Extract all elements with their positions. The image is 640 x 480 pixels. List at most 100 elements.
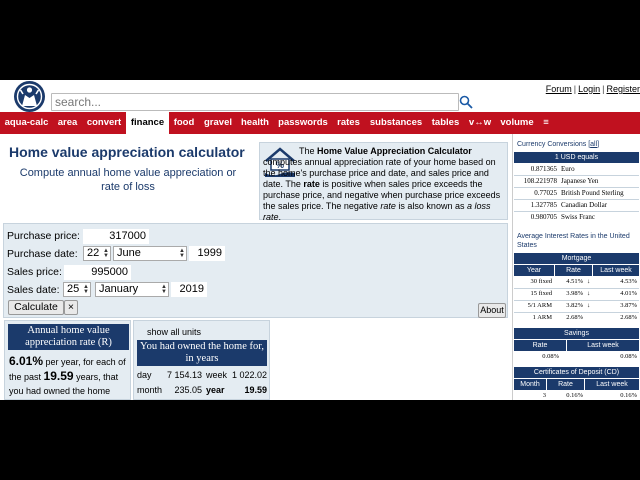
cd-month: 3: [542, 392, 546, 399]
savings-col-rate: Rate: [514, 340, 566, 351]
sales-year-input[interactable]: 2019: [171, 282, 207, 297]
purchase-price-input[interactable]: 317000: [83, 229, 149, 244]
search-input[interactable]: [51, 93, 459, 111]
calculator-form: Purchase price: 317000 Purchase date: 22…: [3, 223, 508, 318]
appreciation-rate-result: Annual home value appreciation rate (R) …: [4, 320, 131, 400]
page-title: Home value appreciation calculator: [9, 144, 245, 160]
main-content: Home value appreciation calculator Compu…: [0, 134, 512, 400]
sales-price-input[interactable]: 995000: [64, 265, 131, 280]
nav-item-finance[interactable]: finance: [126, 112, 169, 134]
cd-col-month: Month: [514, 379, 546, 390]
down-arrow-icon: ↓: [587, 302, 591, 309]
savings-last-week: 0.08%: [620, 353, 637, 360]
search-icon[interactable]: [459, 95, 473, 109]
site-logo-icon[interactable]: [14, 81, 45, 112]
rate-result-text: 6.01% per year, for each of the past 19.…: [9, 354, 126, 396]
years-value: 19.59: [43, 369, 74, 383]
description-text: The Home Value Appreciation Calculator c…: [263, 146, 501, 222]
cd-col-last-week: Last week: [585, 379, 639, 390]
login-link[interactable]: Login: [578, 84, 600, 94]
select-arrows-icon: ▲ ▼: [83, 284, 89, 295]
value-week: 1 022.02: [231, 370, 267, 380]
nav-item-substances[interactable]: substances: [364, 112, 428, 134]
purchase-date-label: Purchase date:: [7, 248, 78, 260]
register-link[interactable]: Register: [606, 84, 640, 94]
mortgage-rate: 2.68%: [566, 314, 583, 321]
currency-title: Currency Conversions [all]: [517, 141, 600, 148]
mortgage-year: 30 fixed: [530, 278, 552, 285]
value-year: 19.59: [244, 385, 267, 395]
mortgage-rate: 4.51%: [566, 278, 583, 285]
cd-col-rate: Rate: [547, 379, 584, 390]
unit-day: day: [137, 370, 152, 380]
cd-bar: Certificates of Deposit (CD): [514, 367, 639, 378]
currency-bar: 1 USD equals: [514, 152, 639, 163]
unit-week: week: [206, 370, 228, 380]
mortgage-year: 1 ARM: [532, 314, 552, 321]
calculate-button[interactable]: Calculate: [8, 300, 64, 315]
rate-result-heading: Annual home value appreciation rate (R): [8, 324, 129, 350]
page-subtitle: Compute annual home value appreciation o…: [19, 167, 237, 193]
nav-item-volume[interactable]: volume: [497, 112, 537, 134]
forum-link[interactable]: Forum: [546, 84, 572, 94]
nav-item-passwords[interactable]: passwords: [273, 112, 333, 134]
sales-month-select[interactable]: January ▲ ▼: [95, 282, 169, 297]
sales-date-label: Sales date:: [7, 284, 60, 296]
duration-result-heading: You had owned the home for, in years: [137, 340, 267, 366]
cd-rate: 0.16%: [566, 392, 583, 399]
purchase-day-select[interactable]: 22 ▲ ▼: [83, 246, 111, 261]
show-all-units-link[interactable]: show all units: [147, 327, 201, 337]
down-arrow-icon: ↓: [587, 290, 591, 297]
calculator-description: % The Home Value Appreciation Calculator…: [259, 142, 508, 222]
sidebar: Currency Conversions [all] 1 USD equals …: [512, 134, 640, 400]
sales-day-select[interactable]: 25 ▲ ▼: [63, 282, 91, 297]
mortgage-rate: 3.82%: [566, 302, 583, 309]
purchase-month-select[interactable]: June ▲ ▼: [113, 246, 187, 261]
rate-value: 6.01%: [9, 354, 44, 368]
nav-item-area[interactable]: area: [53, 112, 82, 134]
savings-header-row: Rate Last week: [514, 340, 639, 351]
nav-item-health[interactable]: health: [237, 112, 273, 134]
mortgage-header-row: Year Rate Last week: [514, 265, 639, 276]
value-month: 235.05: [174, 385, 202, 395]
purchase-year-input[interactable]: 1999: [189, 246, 225, 261]
nav-item-volume-to-weight[interactable]: v↔w: [463, 112, 497, 134]
nav-item-convert[interactable]: convert: [82, 112, 126, 134]
select-arrows-icon: ▲ ▼: [179, 248, 185, 259]
mortgage-last-week: 2.68%: [620, 314, 637, 321]
main-nav: aqua-calc area convert finance food grav…: [0, 112, 640, 134]
nav-item-aqua-calc[interactable]: aqua-calc: [0, 112, 53, 134]
sales-price-label: Sales price:: [7, 266, 62, 278]
about-button[interactable]: About: [478, 303, 506, 318]
mortgage-last-week: 4.01%: [620, 290, 637, 297]
select-arrows-icon: ▲ ▼: [103, 248, 109, 259]
mortgage-last-week: 4.53%: [620, 278, 637, 285]
mortgage-bar: Mortgage: [514, 253, 639, 264]
savings-rate: 0.08%: [542, 353, 559, 360]
savings-bar: Savings: [514, 328, 639, 339]
value-day: 7 154.13: [166, 370, 202, 380]
page: Forum|Login|Register aqua-calc area conv…: [0, 80, 640, 400]
currency-all-link[interactable]: all: [590, 141, 597, 148]
nav-item-tables[interactable]: tables: [428, 112, 463, 134]
nav-item-rates[interactable]: rates: [333, 112, 364, 134]
mortgage-last-week: 3.87%: [620, 302, 637, 309]
mortgage-col-last-week: Last week: [593, 265, 639, 276]
mortgage-rate: 3.98%: [566, 290, 583, 297]
unit-year: year: [206, 385, 225, 395]
savings-col-last-week: Last week: [567, 340, 639, 351]
purchase-price-label: Purchase price:: [7, 230, 80, 242]
down-arrow-icon: ↓: [587, 278, 591, 285]
nav-item-gravel[interactable]: gravel: [199, 112, 237, 134]
interest-rates-title: Average Interest Rates in the United Sta…: [517, 233, 630, 249]
nav-menu-icon[interactable]: ≡: [537, 112, 555, 134]
header: Forum|Login|Register: [0, 80, 640, 112]
select-arrows-icon: ▲ ▼: [161, 284, 167, 295]
mortgage-year: 5/1 ARM: [527, 302, 552, 309]
nav-item-food[interactable]: food: [169, 112, 199, 134]
cd-header-row: Month Rate Last week: [514, 379, 639, 390]
cd-last-week: 0.16%: [620, 392, 637, 399]
clear-button[interactable]: ×: [64, 300, 78, 315]
mortgage-col-rate: Rate: [555, 265, 592, 276]
mortgage-col-year: Year: [514, 265, 554, 276]
